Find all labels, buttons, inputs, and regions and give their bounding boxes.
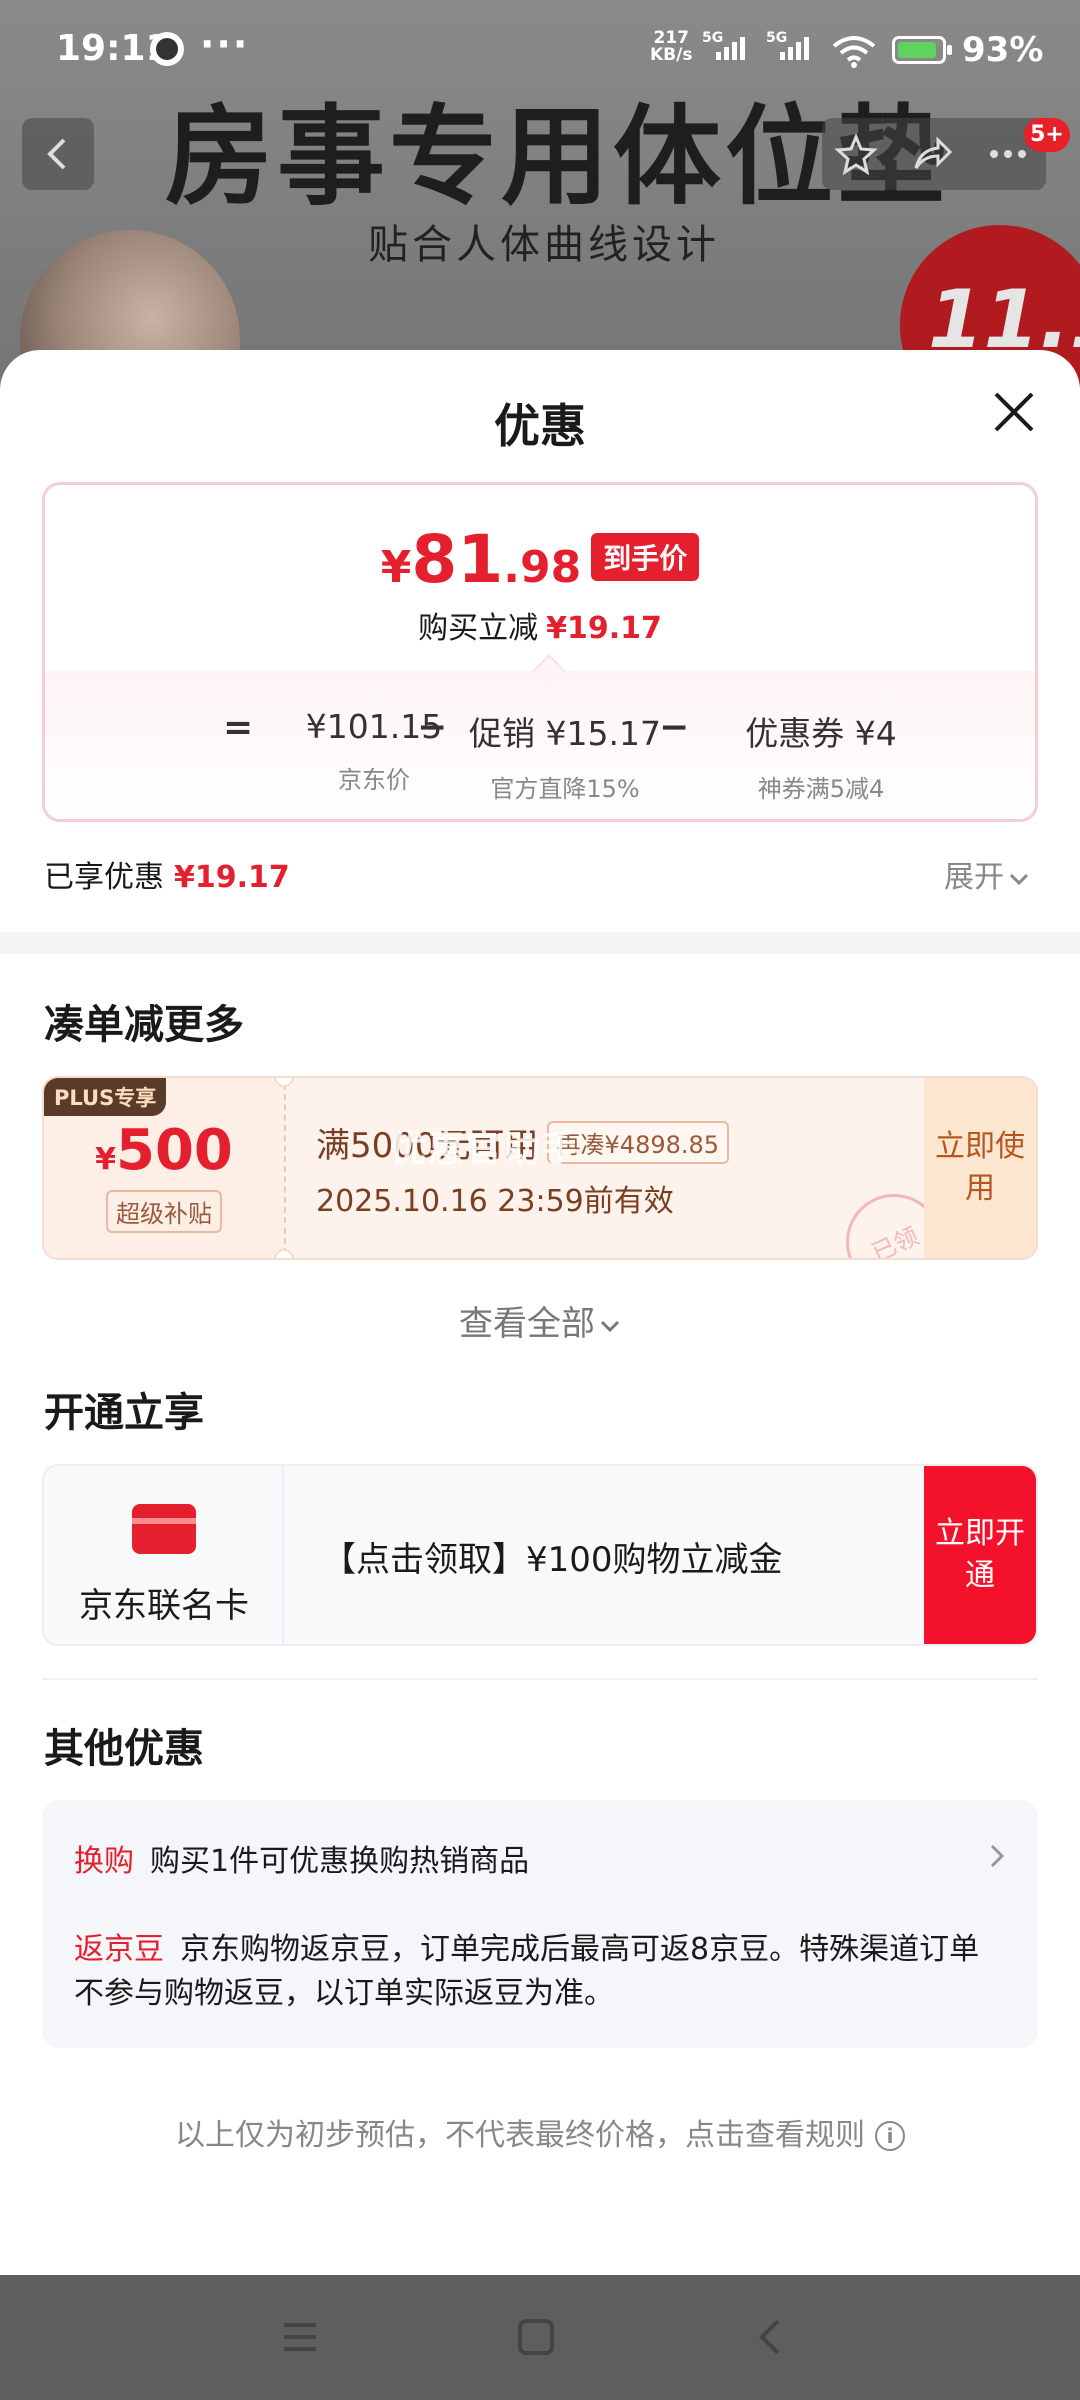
clock-app-icon: [150, 32, 184, 66]
instant-cut: 购买立减 ¥19.17: [45, 603, 1035, 647]
back-nav-icon[interactable]: [752, 2317, 792, 2357]
section-title-open-enjoy: 开通立享: [44, 1390, 204, 1436]
menu-icon[interactable]: [280, 2317, 320, 2357]
credit-card-icon: [132, 1504, 196, 1554]
formula-item-coupon: 优惠券 ¥4 神券满5减4: [701, 707, 941, 804]
minus-sign: −: [417, 707, 448, 748]
info-icon: i: [875, 2121, 905, 2151]
home-icon[interactable]: [516, 2317, 556, 2357]
formula-label: 神券满5减4: [757, 775, 885, 803]
view-all-label: 查看全部: [459, 1304, 595, 1344]
divider: [42, 1678, 1038, 1680]
final-price-integer: 81: [411, 521, 504, 598]
share-icon[interactable]: [910, 132, 954, 176]
trade-in-text: 购买1件可优惠换购热销商品: [150, 1844, 530, 1879]
other-discounts-box: 换购 购买1件可优惠换购热销商品 返京豆 京东购物返京豆，订单完成后最高可返8京豆。…: [42, 1800, 1038, 2048]
equals-sign: =: [223, 707, 254, 748]
discount-sheet: 优惠 ¥81.98 到手价 购买立减 ¥19.17 = ¥101.15 京东价 − …: [0, 350, 1080, 2275]
formula-value: 促销 ¥15.17: [469, 714, 661, 753]
back-arrow-icon: [47, 138, 66, 170]
system-nav-bar: [0, 2275, 1080, 2400]
chevron-right-icon[interactable]: [988, 1842, 1006, 1870]
formula-value: 优惠券 ¥4: [745, 714, 897, 753]
chevron-down-icon: [600, 1320, 620, 1332]
trade-in-row[interactable]: 换购 购买1件可优惠换购热销商品: [74, 1836, 529, 1880]
battery-level: 93%: [962, 30, 1044, 70]
jd-bean-row: 返京豆 京东购物返京豆，订单完成后最高可返8京豆。特殊渠道订单不参与购物返豆，以订…: [74, 1928, 994, 2016]
favorite-star-icon[interactable]: [834, 132, 878, 176]
view-all-button[interactable]: 查看全部: [0, 1296, 1080, 1345]
jd-bean-text: 京东购物返京豆，订单完成后最高可返8京豆。特殊渠道订单不参与购物返豆，以订单实际…: [74, 1932, 980, 2011]
coupon-yen: ¥: [95, 1142, 116, 1177]
final-price-tag: 到手价: [591, 533, 700, 581]
enjoyed-label: 已享优惠: [44, 860, 164, 895]
jd-bean-key: 返京豆: [74, 1932, 164, 1967]
wifi-icon: [832, 36, 876, 68]
chevron-down-icon: [1009, 873, 1029, 885]
super-subsidy-tag: 超级补贴: [106, 1190, 222, 1233]
section-divider: [0, 932, 1080, 954]
plus-exclusive-tag: PLUS专享: [44, 1078, 167, 1116]
co-brand-card-offer: 京东联名卡 【点击领取】¥100购物立减金 立即开通: [42, 1464, 1038, 1646]
status-bar: 19:11 ··· 217 KB/s 5G 5G 93%: [0, 0, 1080, 100]
formula-label: 官方直降15%: [490, 775, 640, 803]
card-promo-text[interactable]: 【点击领取】¥100购物立减金: [322, 1532, 783, 1581]
coupon-validity: 2025.10.16 23:59前有效: [316, 1184, 674, 1219]
final-price: ¥81.98 到手价: [45, 521, 1035, 598]
enjoyed-value: ¥19.17: [174, 860, 290, 895]
coupon-amount-value: 500: [115, 1118, 233, 1183]
top-actions: [822, 118, 1046, 190]
use-now-button[interactable]: 立即使用: [924, 1078, 1036, 1258]
final-price-decimal: .98: [503, 542, 582, 593]
expand-label: 展开: [944, 860, 1004, 895]
signal-1-icon: 5G: [702, 30, 745, 60]
sheet-title: 优惠: [494, 399, 586, 453]
close-icon[interactable]: [988, 386, 1040, 438]
footnote-text: 以上仅为初步预估，不代表最终价格，点击查看规则: [175, 2118, 865, 2153]
open-now-button[interactable]: 立即开通: [924, 1466, 1036, 1644]
back-button[interactable]: [22, 118, 94, 190]
net-speed: 217 KB/s: [650, 30, 692, 64]
expand-button[interactable]: 展开: [944, 852, 1030, 896]
net-speed-unit: KB/s: [650, 45, 693, 65]
price-breakdown-card: ¥81.98 到手价 购买立减 ¥19.17 = ¥101.15 京东价 − 促销 …: [42, 482, 1038, 822]
instant-cut-value: ¥19.17: [546, 611, 662, 646]
coupon-amount: ¥500: [44, 1118, 284, 1183]
formula-label: 京东价: [338, 766, 410, 794]
instant-cut-label: 购买立减: [418, 611, 539, 646]
card-name: 京东联名卡: [79, 1586, 249, 1626]
trade-in-key: 换购: [74, 1844, 134, 1879]
message-count-badge: 5+: [1024, 118, 1070, 152]
watermark-text: 优惠官助手: [390, 1129, 581, 1170]
section-title-more-discount: 凑单减更多: [44, 1002, 244, 1048]
signal-2-icon: 5G: [766, 30, 809, 60]
price-formula: = ¥101.15 京东价 − 促销 ¥15.17 官方直降15% − 优惠券 …: [45, 707, 1035, 817]
battery-icon: [892, 36, 952, 64]
banner-subline: 贴合人体曲线设计: [368, 222, 720, 268]
section-title-other: 其他优惠: [44, 1726, 204, 1772]
formula-item-promotion: 促销 ¥15.17 官方直降15%: [455, 707, 675, 804]
enjoyed-discount: 已享优惠 ¥19.17: [44, 852, 290, 896]
status-more-icon: ···: [200, 22, 250, 66]
minus-sign: −: [659, 707, 690, 748]
rules-footnote[interactable]: 以上仅为初步预估，不代表最终价格，点击查看规则 i: [0, 2110, 1080, 2154]
final-price-yen: ¥: [380, 542, 412, 593]
